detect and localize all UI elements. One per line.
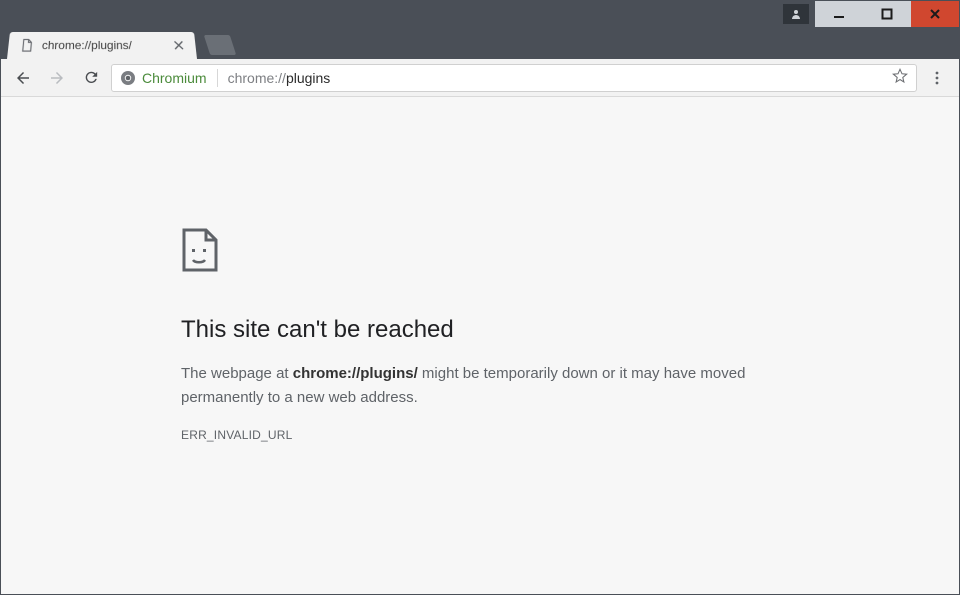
account-button[interactable] xyxy=(783,4,809,24)
window-titlebar xyxy=(1,1,959,27)
window-maximize-button[interactable] xyxy=(863,1,911,27)
tab-title: chrome://plugins/ xyxy=(41,39,132,53)
error-block: This site can't be reached The webpage a… xyxy=(181,227,771,442)
url-scheme: chrome:// xyxy=(228,70,286,86)
error-description: The webpage at chrome://plugins/ might b… xyxy=(181,362,771,410)
sad-file-icon xyxy=(181,227,771,278)
file-icon xyxy=(20,39,35,53)
new-tab-button[interactable] xyxy=(204,35,236,55)
window-close-button[interactable] xyxy=(911,1,959,27)
tab-close-button[interactable] xyxy=(171,39,186,53)
page-content: This site can't be reached The webpage a… xyxy=(1,97,959,594)
window: chrome://plugins/ Chromium chrome://plug… xyxy=(0,0,960,595)
error-code: ERR_INVALID_URL xyxy=(181,428,771,442)
error-title: This site can't be reached xyxy=(181,316,771,344)
browser-tab[interactable]: chrome://plugins/ xyxy=(7,32,197,59)
forward-button[interactable] xyxy=(43,64,71,92)
origin-chip: Chromium xyxy=(142,70,207,86)
omnibox-separator xyxy=(217,69,218,87)
browser-toolbar: Chromium chrome://plugins xyxy=(1,59,959,97)
address-bar[interactable]: Chromium chrome://plugins xyxy=(111,64,917,92)
reload-button[interactable] xyxy=(77,64,105,92)
tab-strip: chrome://plugins/ xyxy=(1,27,959,59)
bookmark-star-icon[interactable] xyxy=(892,68,908,87)
browser-menu-button[interactable] xyxy=(923,64,951,92)
chromium-icon xyxy=(120,70,136,86)
error-desc-pre: The webpage at xyxy=(181,365,293,382)
window-minimize-button[interactable] xyxy=(815,1,863,27)
url-path: plugins xyxy=(286,70,330,86)
back-button[interactable] xyxy=(9,64,37,92)
error-desc-url: chrome://plugins/ xyxy=(293,365,418,382)
